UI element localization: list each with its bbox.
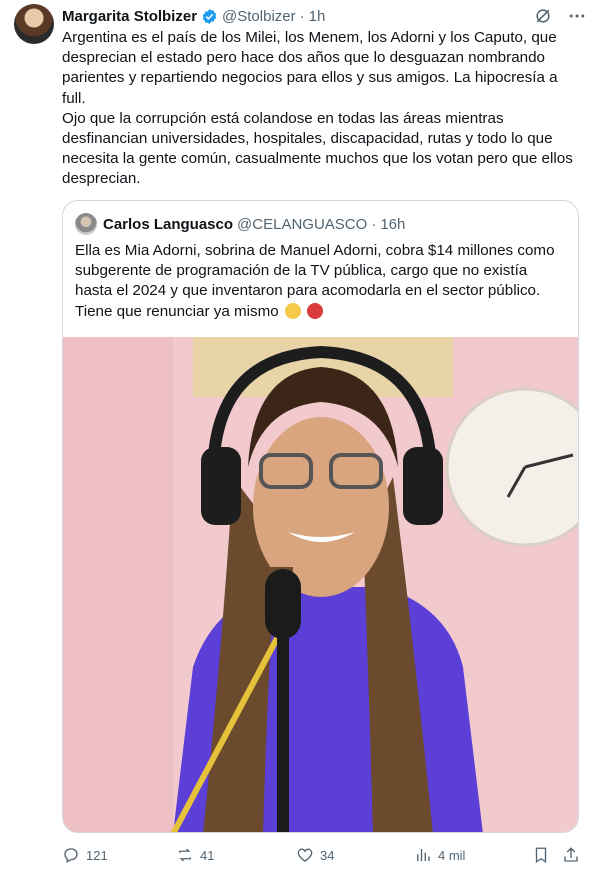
- tweet-action-bar: 121 41 34 4 mil: [62, 846, 587, 868]
- tweet-body: Argentina es el país de los Milei, los M…: [62, 28, 582, 190]
- views-icon: [417, 849, 430, 861]
- reply-button[interactable]: 121: [62, 846, 108, 864]
- share-button[interactable]: [562, 846, 580, 864]
- more-icon[interactable]: [567, 6, 587, 26]
- quoted-timestamp: 16h: [380, 215, 406, 233]
- views-count: 4 mil: [438, 847, 466, 863]
- tweet-paragraph-1: Argentina es el país de los Milei, los M…: [62, 29, 558, 107]
- repost-count: 41: [200, 847, 215, 863]
- views-button[interactable]: 4 mil: [414, 846, 465, 864]
- quoted-author-handle: @CELANGUASCO: [237, 215, 368, 233]
- repost-button[interactable]: 41: [176, 846, 214, 864]
- like-icon: [297, 848, 313, 862]
- bookmark-button[interactable]: [532, 846, 550, 864]
- share-icon: [564, 847, 578, 862]
- reply-count: 121: [86, 847, 108, 863]
- grok-icon[interactable]: [533, 6, 553, 26]
- quoted-author-avatar: [75, 213, 97, 235]
- quoted-tweet-photo[interactable]: [63, 337, 579, 833]
- author-avatar[interactable]: [14, 4, 54, 44]
- quoted-tweet-header: Carlos Languasco @CELANGUASCO · 16h: [75, 213, 405, 235]
- bookmark-icon: [535, 847, 547, 864]
- like-button[interactable]: 34: [296, 846, 334, 864]
- quoted-author-name: Carlos Languasco: [103, 215, 234, 233]
- author-name[interactable]: Margarita Stolbizer: [62, 8, 197, 25]
- tweet-paragraph-2: Ojo que la corrupción está colandose en …: [62, 109, 573, 188]
- repost-icon: [179, 848, 191, 862]
- angry-face-emoji-icon: [307, 302, 324, 319]
- quoted-tweet-body: Ella es Mia Adorni, sobrina de Manuel Ad…: [75, 241, 565, 322]
- verified-badge-icon: [202, 8, 217, 24]
- like-count: 34: [320, 847, 335, 863]
- author-handle[interactable]: @Stolbizer: [222, 8, 296, 25]
- rolling-eyes-emoji-icon: [284, 302, 301, 319]
- reply-icon: [64, 848, 78, 863]
- quoted-tweet[interactable]: Carlos Languasco @CELANGUASCO · 16h Ella…: [62, 200, 579, 833]
- header-actions: [533, 6, 587, 26]
- tweet-header: Margarita Stolbizer @Stolbizer · 1h: [62, 6, 587, 26]
- quoted-separator-dot: ·: [371, 215, 377, 233]
- separator-dot: ·: [299, 7, 305, 25]
- tweet-timestamp[interactable]: 1h: [309, 8, 326, 25]
